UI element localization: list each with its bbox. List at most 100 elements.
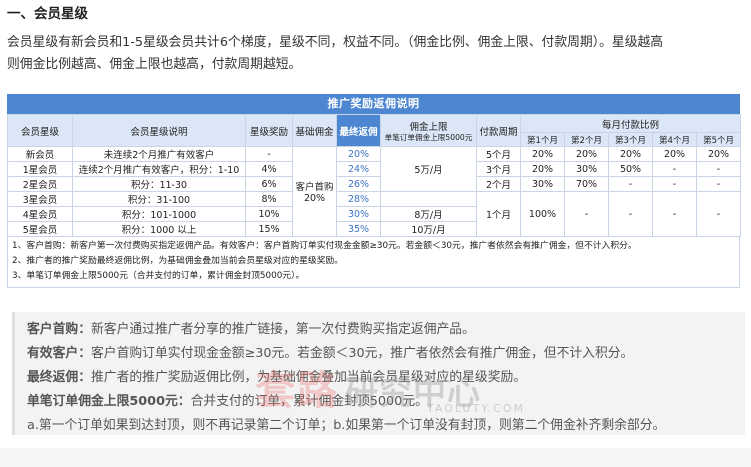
cell-pay: - <box>652 161 697 177</box>
cell-pay: 20% <box>652 146 697 162</box>
cell-cap: 5万/月 <box>380 146 477 192</box>
definition-term: 最终返佣： <box>27 370 91 385</box>
cell-pay: 100% <box>520 191 565 237</box>
cell-cycle: 2个月 <box>476 176 521 192</box>
cell-cap: 10万/月 <box>380 221 477 237</box>
header-month-4: 第4个月 <box>652 132 697 147</box>
definition-text: 客户首购订单实付现金金额≥30元。若金额＜30元，推广者依然会有推广佣金，但不计… <box>90 346 634 361</box>
cell-pay: - <box>695 176 742 192</box>
header-star-reward: 星级奖励 <box>245 114 293 147</box>
cell-level: 2星会员 <box>7 176 73 192</box>
header-month-3: 第3个月 <box>608 132 653 147</box>
cell-level: 3星会员 <box>7 191 73 207</box>
definition-line: a.第一个订单如果到达封顶，则不再记录第二个订单；b.如果第一个订单没有封顶，则… <box>27 414 665 433</box>
cell-star: 10% <box>245 206 293 222</box>
table-banner: 推广奖励返佣说明 <box>7 94 740 114</box>
header-commission-cap: 佣金上限 单笔订单佣金上限5000元 <box>380 114 477 147</box>
cell-base-commission: 客户首购 20% <box>292 146 337 237</box>
header-month-2: 第2个月 <box>564 132 609 147</box>
table-notes: 1、客户首购：新客户第一次付费购买指定返佣产品。有效客户：客户首购订单实付现金金… <box>7 237 740 288</box>
intro-line-1: 会员星级有新会员和1-5星级会员共计6个梯度，星级不同，权益不同。（佣金比例、佣… <box>7 35 664 50</box>
note-1: 1、客户首购：新客户第一次付费购买指定返佣产品。有效客户：客户首购订单实付现金金… <box>12 241 637 251</box>
cell-pay: - <box>608 176 653 192</box>
definition-text: a.第一个订单如果到达封顶，则不再记录第二个订单；b.如果第一个订单没有封顶，则… <box>27 418 666 433</box>
cell-pay: 20% <box>695 146 742 162</box>
header-monthly-ratio: 每月付款比例 <box>519 114 742 133</box>
cell-pay: 20% <box>520 146 565 162</box>
intro-line-2: 则佣金比例越高、佣金上限也越高，付款周期越短。 <box>7 57 302 72</box>
cell-level: 1星会员 <box>7 161 73 177</box>
cell-level: 4星会员 <box>7 206 73 222</box>
section-heading: 一、会员星级 <box>7 6 88 22</box>
cell-desc: 积分：101-1000 <box>72 206 246 222</box>
header-base-commission: 基础佣金 <box>292 114 337 147</box>
definition-line: 单笔订单佣金上限5000元：合并支付的订单，累计佣金封顶5000元。 <box>27 390 428 409</box>
cell-pay: 50% <box>608 161 653 177</box>
cell-pay: - <box>695 161 742 177</box>
cell-level: 新会员 <box>7 146 73 162</box>
definition-line: 有效客户：客户首购订单实付现金金额≥30元。若金额＜30元，推广者依然会有推广佣… <box>27 342 633 361</box>
table-row: 3星会员 积分：31-100 8% 28% 1个月 100% - - - - <box>7 191 742 237</box>
cell-final: 35% <box>336 221 381 237</box>
header-desc: 会员星级说明 <box>72 114 246 147</box>
cell-desc: 积分：11-30 <box>72 176 246 192</box>
header-month-1: 第1个月 <box>520 132 565 147</box>
cell-pay: 20% <box>608 146 653 162</box>
definition-term: 单笔订单佣金上限5000元： <box>27 394 191 409</box>
cell-star: 4% <box>245 161 293 177</box>
cell-pay: - <box>564 191 609 237</box>
cell-desc: 未连续2个月推广有效客户 <box>72 146 246 162</box>
cell-desc: 积分：1000 以上 <box>72 221 246 237</box>
header-payment-cycle: 付款周期 <box>476 114 521 147</box>
definition-line: 客户首购：新客户通过推广者分享的推广链接，第一次付费购买指定返佣产品。 <box>27 318 475 337</box>
cell-star: 6% <box>245 176 293 192</box>
cell-level: 5星会员 <box>7 221 73 237</box>
bottom-divider <box>0 448 751 467</box>
definition-text: 推广者的推广奖励返佣比例，为基础佣金叠加当前会员星级对应的星级奖励。 <box>90 370 527 385</box>
definition-term: 有效客户： <box>27 346 91 361</box>
reward-table: 会员星级 会员星级说明 星级奖励 基础佣金 最终返佣 佣金上限 单笔订单佣金上限… <box>7 114 742 237</box>
base-commission-line2: 20% <box>303 193 326 204</box>
cell-pay: - <box>608 191 653 237</box>
cell-desc: 连续2个月推广有效客户，积分：1-10 <box>72 161 246 177</box>
cell-pay: - <box>652 191 697 237</box>
base-commission-line1: 客户首购 <box>295 182 334 193</box>
header-level: 会员星级 <box>7 114 73 147</box>
cell-star: 15% <box>245 221 293 237</box>
cell-cycle: 3个月 <box>476 161 521 177</box>
cell-pay: - <box>652 176 697 192</box>
cell-final: 24% <box>336 161 381 177</box>
cell-pay: 30% <box>520 176 565 192</box>
cell-cycle: 5个月 <box>476 146 521 162</box>
cell-pay: 70% <box>564 176 609 192</box>
cell-cap: 8万/月 <box>380 206 477 222</box>
definition-term: 客户首购： <box>27 322 91 337</box>
definitions-quote-block: 客户首购：新客户通过推广者分享的推广链接，第一次付费购买指定返佣产品。 有效客户… <box>12 312 745 435</box>
table-row: 1星会员 连续2个月推广有效客户，积分：1-10 4% 24% 3个月 20% … <box>7 161 742 177</box>
intro-paragraph: 会员星级有新会员和1-5星级会员共计6个梯度，星级不同，权益不同。（佣金比例、佣… <box>7 32 745 76</box>
cell-pay: - <box>695 191 742 237</box>
header-month-5: 第5个月 <box>695 132 742 147</box>
cell-final: 26% <box>336 176 381 192</box>
header-final-rebate: 最终返佣 <box>336 114 381 147</box>
reward-table-block: 推广奖励返佣说明 会员星级 会员星级说明 星级奖励 基础佣金 最终返佣 佣金上限… <box>7 94 742 288</box>
definition-text: 合并支付的订单，累计佣金封顶5000元。 <box>190 394 428 409</box>
header-cap-line1: 佣金上限 <box>409 122 448 133</box>
cell-star: 8% <box>245 191 293 207</box>
definition-text: 新客户通过推广者分享的推广链接，第一次付费购买指定返佣产品。 <box>90 322 475 337</box>
cell-final: 20% <box>336 146 381 162</box>
cell-pay: 30% <box>564 161 609 177</box>
table-row: 新会员 未连续2个月推广有效客户 - 客户首购 20% 20% 5万/月 5个月… <box>7 146 742 237</box>
cell-pay: 20% <box>564 146 609 162</box>
cell-final: 28% <box>336 191 381 207</box>
cell-pay: 20% <box>520 161 565 177</box>
note-3: 3、单笔订单佣金上限5000元（合并支付的订单，累计佣金封顶5000元）。 <box>12 271 305 281</box>
cell-cap-empty <box>380 191 477 207</box>
note-2: 2、推广者的推广奖励最终返佣比例，为基础佣金叠加当前会员星级对应的星级奖励。 <box>12 256 344 266</box>
cell-cycle: 1个月 <box>476 191 521 237</box>
cell-star: - <box>245 146 293 162</box>
definition-line: 最终返佣：推广者的推广奖励返佣比例，为基础佣金叠加当前会员星级对应的星级奖励。 <box>27 366 526 385</box>
table-row: 2星会员 积分：11-30 6% 26% 2个月 30% 70% - - - <box>7 176 742 192</box>
cell-final: 30% <box>336 206 381 222</box>
cell-desc: 积分：31-100 <box>72 191 246 207</box>
